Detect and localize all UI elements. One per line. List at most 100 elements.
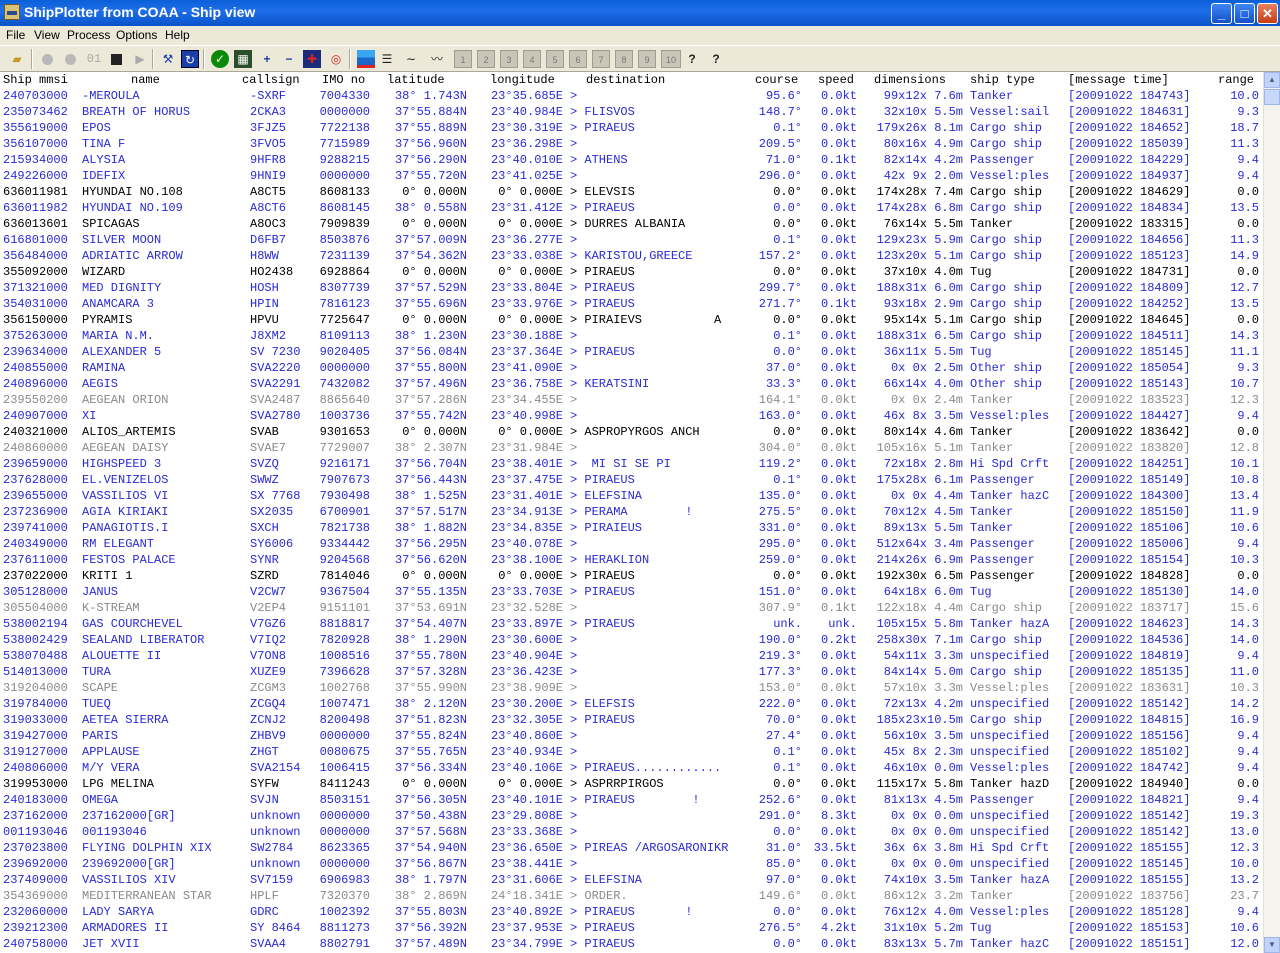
col-header-mmsi[interactable]: Ship mmsi [3, 73, 68, 87]
table-row[interactable]: 235073462 BREATH OF HORUS 2CKA3 0000000 37°5… [0, 104, 1263, 120]
table-row[interactable]: 319204000 SCAPE ZCGM3 1002768 37°55.990N 23°3… [0, 680, 1263, 696]
table-row[interactable]: 237409000 VASSILIOS XIV SV7159 6906983 38° 1… [0, 872, 1263, 888]
table-row[interactable]: 305128000 JANUS V2CW7 9367504 37°55.135N 23°3… [0, 584, 1263, 600]
table-row[interactable]: 232060000 LADY SARYA GDRC 1002392 37°55.803N… [0, 904, 1263, 920]
table-row[interactable]: 240183000 OMEGA SVJN 8503151 37°56.305N 23°40… [0, 792, 1263, 808]
col-header-callsign[interactable]: callsign [242, 73, 300, 87]
table-row[interactable]: 354031000 ANAMCARA 3 HPIN 7816123 37°55.696N… [0, 296, 1263, 312]
page-4-icon[interactable]: 4 [523, 50, 541, 68]
table-row[interactable]: 538002429 SEALAND LIBERATOR V7IQ2 7820928 38… [0, 632, 1263, 648]
table-row[interactable]: 616801000 SILVER MOON D6FB7 8503876 37°57.00… [0, 232, 1263, 248]
stop-icon[interactable] [111, 54, 122, 65]
record-icon[interactable] [42, 54, 53, 65]
menu-help[interactable]: Help [165, 28, 190, 42]
graph-icon[interactable]: 〰 [428, 50, 446, 68]
table-row[interactable]: 319127000 APPLAUSE ZHGT 0080675 37°55.765N 23… [0, 744, 1263, 760]
table-row[interactable]: 239692000 239692000[GR] unknown 0000000 37°5… [0, 856, 1263, 872]
target-icon[interactable]: ◎ [327, 50, 345, 68]
table-row[interactable]: 239634000 ALEXANDER 5 SV 7230 9020405 37°56.… [0, 344, 1263, 360]
vertical-scrollbar[interactable]: ▲ ▼ [1263, 72, 1280, 953]
col-header-speed[interactable]: speed [818, 73, 854, 87]
table-row[interactable]: 239550200 AEGEAN ORION SVA2487 8865640 37°57… [0, 392, 1263, 408]
table-row[interactable]: 355619000 EPOS 3FJZ5 7722138 37°55.889N 23°30… [0, 120, 1263, 136]
table-row[interactable]: 215934000 ALYSIA 9HFR8 9288215 37°56.290N 23°… [0, 152, 1263, 168]
table-row[interactable]: 239741000 PANAGIOTIS.I SXCH 7821738 38° 1.88… [0, 520, 1263, 536]
minimize-button[interactable]: _ [1211, 3, 1232, 24]
table-row[interactable]: 240896000 AEGIS SVA2291 7432082 37°57.496N 23… [0, 376, 1263, 392]
table-row[interactable]: 305504000 K-STREAM V2EP4 9151101 37°53.691N 2… [0, 600, 1263, 616]
col-header-imo[interactable]: IMO no [322, 73, 365, 87]
table-row[interactable]: 237023800 FLYING DOLPHIN XIX SW2784 8623365… [0, 840, 1263, 856]
context-help-icon[interactable]: ? [707, 50, 725, 68]
list-view-icon[interactable]: ☰ [378, 50, 396, 68]
table-row[interactable]: 240806000 M/Y VERA SVA2154 1006415 37°56.334… [0, 760, 1263, 776]
table-row[interactable]: 375263000 MARIA N.M. J8XM2 8109113 38° 1.230… [0, 328, 1263, 344]
table-row[interactable]: 319033000 AETEA SIERRA ZCNJ2 8200498 37°51.8… [0, 712, 1263, 728]
table-row[interactable]: 001193046 001193046 unknown 0000000 37°57.56… [0, 824, 1263, 840]
table-row[interactable]: 240321000 ALIOS_ARTEMIS SVAB 9301653 0° 0.00… [0, 424, 1263, 440]
table-row[interactable]: 237611000 FESTOS PALACE SYNR 9204568 37°56.6… [0, 552, 1263, 568]
table-row[interactable]: 636013601 SPICAGAS A8OC3 7909839 0° 0.000N 0°… [0, 216, 1263, 232]
col-header-message-time[interactable]: [message time] [1068, 73, 1169, 87]
table-row[interactable]: 240758000 JET XVII SVAA4 8802791 37°57.489N 2… [0, 936, 1263, 952]
title-bar[interactable]: ShipPlotter from COAA - Ship view _ □ ✕ [0, 0, 1280, 26]
page-5-icon[interactable]: 5 [546, 50, 564, 68]
table-row[interactable]: 636011981 HYUNDAI NO.108 A8CT5 8608133 0° 0.… [0, 184, 1263, 200]
table-row[interactable]: 538070488 ALOUETTE II V7ON8 1008516 37°55.78… [0, 648, 1263, 664]
scroll-up-icon[interactable]: ▲ [1264, 72, 1280, 88]
play-icon[interactable]: ▶ [131, 50, 149, 68]
table-row[interactable]: 240349000 RM ELEGANT SY6006 9334442 37°56.29… [0, 536, 1263, 552]
maximize-button[interactable]: □ [1234, 3, 1255, 24]
page-9-icon[interactable]: 9 [638, 50, 656, 68]
table-row[interactable]: 239659000 HIGHSPEED 3 SVZQ 9216171 37°56.704… [0, 456, 1263, 472]
col-header-range[interactable]: range [1218, 73, 1254, 87]
table-row[interactable]: 237162000 237162000[GR] unknown 0000000 37°5… [0, 808, 1263, 824]
table-row[interactable]: 371321000 MED DIGNITY HOSH 8307739 37°57.529… [0, 280, 1263, 296]
flag-icon[interactable]: ✚ [303, 50, 321, 68]
table-row[interactable]: 239655000 VASSILIOS VI SX 7768 7930498 38° 1… [0, 488, 1263, 504]
table-row[interactable]: 240907000 XI SVA2780 1003736 37°55.742N 23°40… [0, 408, 1263, 424]
table-row[interactable]: 249226000 IDEFIX 9HNI9 0000000 37°55.720N 23°… [0, 168, 1263, 184]
table-row[interactable]: 355092000 WIZARD HO2438 6928864 0° 0.000N 0° … [0, 264, 1263, 280]
table-row[interactable]: 240855000 RAMINA SVA2220 0000000 37°55.800N 2… [0, 360, 1263, 376]
ok-check-icon[interactable]: ✓ [211, 50, 229, 68]
table-row[interactable]: 237236900 AGIA KIRIAKI SX2035 6700901 37°57.… [0, 504, 1263, 520]
close-button[interactable]: ✕ [1257, 3, 1278, 24]
menu-process[interactable]: Process [67, 28, 110, 42]
table-row[interactable]: 239212300 ARMADORES II SY 8464 8811273 37°56… [0, 920, 1263, 936]
scroll-down-icon[interactable]: ▼ [1264, 937, 1280, 953]
table-row[interactable]: 319953000 LPG MELINA SYFW 8411243 0° 0.000N 0… [0, 776, 1263, 792]
col-header-name[interactable]: name [131, 73, 160, 87]
connect-icon[interactable]: ↻ [181, 50, 199, 68]
col-header-longitude[interactable]: longitude [490, 73, 555, 87]
page-2-icon[interactable]: 2 [477, 50, 495, 68]
table-row[interactable]: 240860000 AEGEAN DAISY SVAE7 7729007 38° 2.3… [0, 440, 1263, 456]
col-header-destination[interactable]: destination [586, 73, 665, 87]
menu-options[interactable]: Options [116, 28, 157, 42]
table-row[interactable]: 356107000 TINA F 3FVO5 7715989 37°56.960N 23°… [0, 136, 1263, 152]
track-icon[interactable]: ∼ [402, 50, 420, 68]
table-row[interactable]: 538002194 GAS COURCHEVEL V7GZ6 8818817 37°54… [0, 616, 1263, 632]
pause-icon[interactable] [65, 54, 76, 65]
help-icon[interactable]: ? [683, 50, 701, 68]
ship-view-icon[interactable] [357, 50, 375, 68]
table-row[interactable]: 356484000 ADRIATIC ARROW H8WW 7231139 37°54.… [0, 248, 1263, 264]
col-header-ship-type[interactable]: ship type [970, 73, 1035, 87]
table-row[interactable]: 319427000 PARIS ZHBV9 0000000 37°55.824N 23°4… [0, 728, 1263, 744]
table-row[interactable]: 354369000 MEDITERRANEAN STAR HPLF 7320370 38… [0, 888, 1263, 904]
menu-view[interactable]: View [34, 28, 60, 42]
table-row[interactable]: 240703000 -MEROULA -SXRF 7004330 38° 1.743N 2… [0, 88, 1263, 104]
page-7-icon[interactable]: 7 [592, 50, 610, 68]
col-header-dimensions[interactable]: dimensions [874, 73, 946, 87]
menu-file[interactable]: File [6, 28, 25, 42]
table-row[interactable]: 237628000 EL.VENIZELOS SWWZ 7907673 37°56.44… [0, 472, 1263, 488]
settings-wrench-icon[interactable]: ⚒ [159, 50, 177, 68]
zoom-out-icon[interactable]: − [280, 50, 298, 68]
table-row[interactable]: 237022000 KRITI 1 SZRD 7814046 0° 0.000N 0° 0… [0, 568, 1263, 584]
page-1-icon[interactable]: 1 [454, 50, 472, 68]
col-header-latitude[interactable]: latitude [387, 73, 445, 87]
ship-icon[interactable] [4, 4, 20, 20]
step-counter[interactable]: 01 [84, 50, 104, 68]
page-3-icon[interactable]: 3 [500, 50, 518, 68]
table-row[interactable]: 514013000 TURA XUZE9 7396628 37°57.328N 23°36… [0, 664, 1263, 680]
